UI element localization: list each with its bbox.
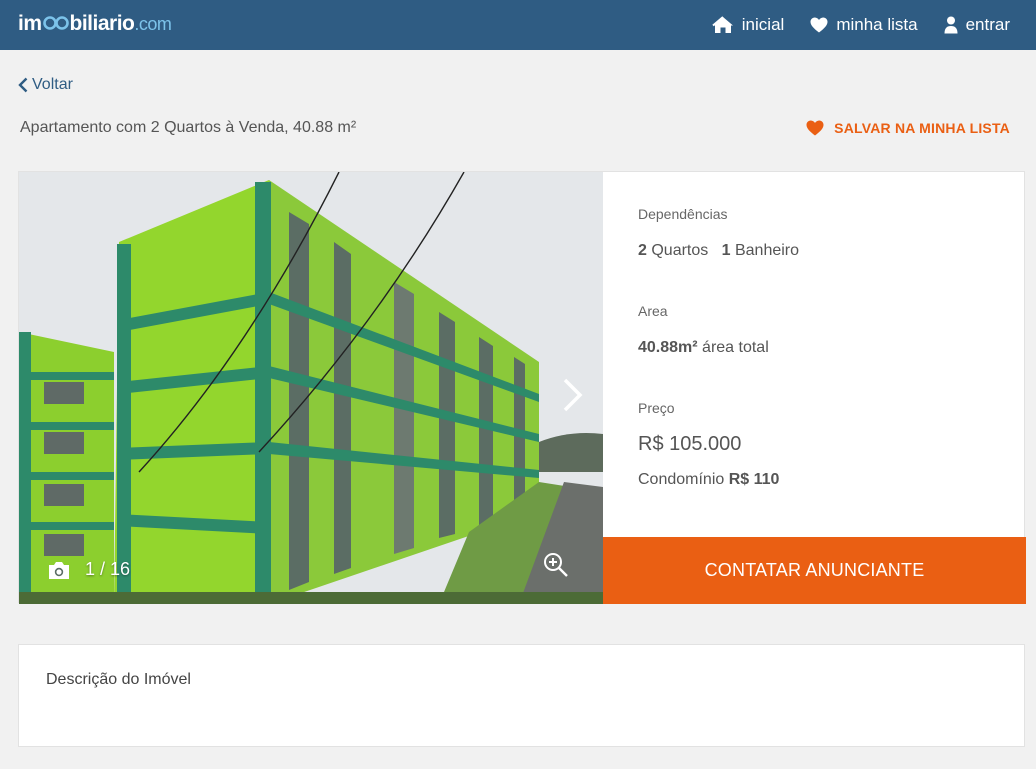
site-logo[interactable]: im biliario .com <box>18 12 172 36</box>
main-nav: inicial minha lista entrar <box>712 0 1036 50</box>
heart-icon <box>810 17 828 33</box>
description-section: Descrição do Imóvel <box>18 644 1025 747</box>
logo-oo-icon <box>42 16 69 30</box>
nav-entrar-label: entrar <box>965 15 1010 34</box>
logo-domain: .com <box>134 14 172 34</box>
description-title: Descrição do Imóvel <box>46 671 191 688</box>
quartos-label: Quartos <box>651 242 709 259</box>
listing-card: 1 / 16 Dependências 2 Quartos 1 Banheiro… <box>18 171 1026 604</box>
property-photo <box>19 172 603 604</box>
logo-suffix: biliario <box>69 12 135 35</box>
banheiros-count: 1 <box>721 242 731 259</box>
save-label: SALVAR NA MINHA LISTA <box>834 120 1010 136</box>
heart-icon <box>806 120 824 136</box>
photo-counter-text: 1 / 16 <box>85 559 131 579</box>
banheiros-label: Banheiro <box>734 242 800 259</box>
logo-prefix: im <box>18 12 42 35</box>
user-icon <box>944 16 958 34</box>
preco-label: Preço <box>638 400 675 416</box>
contact-advertiser-button[interactable]: CONTATAR ANUNCIANTE <box>603 537 1026 604</box>
back-label: Voltar <box>32 76 73 93</box>
camera-icon <box>49 561 69 579</box>
area-suffix: área total <box>702 339 769 356</box>
area-value: 40.88m² <box>638 339 698 356</box>
nav-entrar[interactable]: entrar <box>944 15 1010 35</box>
nav-inicial-label: inicial <box>741 15 785 34</box>
home-icon <box>712 16 734 34</box>
nav-minha-lista[interactable]: minha lista <box>810 15 918 35</box>
back-link[interactable]: Voltar <box>18 76 73 94</box>
listing-details: Dependências 2 Quartos 1 Banheiro Area 4… <box>603 172 1026 604</box>
condominio-summary: Condomínio R$ 110 <box>638 471 779 489</box>
condominio-value: R$ 110 <box>728 471 780 488</box>
zoom-button[interactable] <box>543 552 569 583</box>
chevron-right-icon <box>563 378 583 412</box>
dependencias-label: Dependências <box>638 206 728 222</box>
chevron-left-icon <box>18 77 28 93</box>
photo-gallery[interactable]: 1 / 16 <box>19 172 603 604</box>
condominio-label: Condomínio <box>638 471 725 488</box>
price-value: R$ 105.000 <box>638 433 742 455</box>
save-to-list-button[interactable]: SALVAR NA MINHA LISTA <box>806 120 1010 136</box>
quartos-count: 2 <box>638 242 647 259</box>
top-navbar: im biliario .com inicial minha lista entra… <box>0 0 1036 50</box>
rooms-summary: 2 Quartos 1 Banheiro <box>638 242 799 260</box>
area-label: Area <box>638 303 668 319</box>
next-photo-button[interactable] <box>561 376 585 419</box>
nav-inicial[interactable]: inicial <box>712 15 785 35</box>
photo-counter: 1 / 16 <box>47 559 130 580</box>
zoom-in-icon <box>544 553 568 577</box>
area-summary: 40.88m² área total <box>638 339 769 357</box>
nav-minha-lista-label: minha lista <box>836 15 918 34</box>
page-title: Apartamento com 2 Quartos à Venda, 40.88… <box>20 119 357 136</box>
